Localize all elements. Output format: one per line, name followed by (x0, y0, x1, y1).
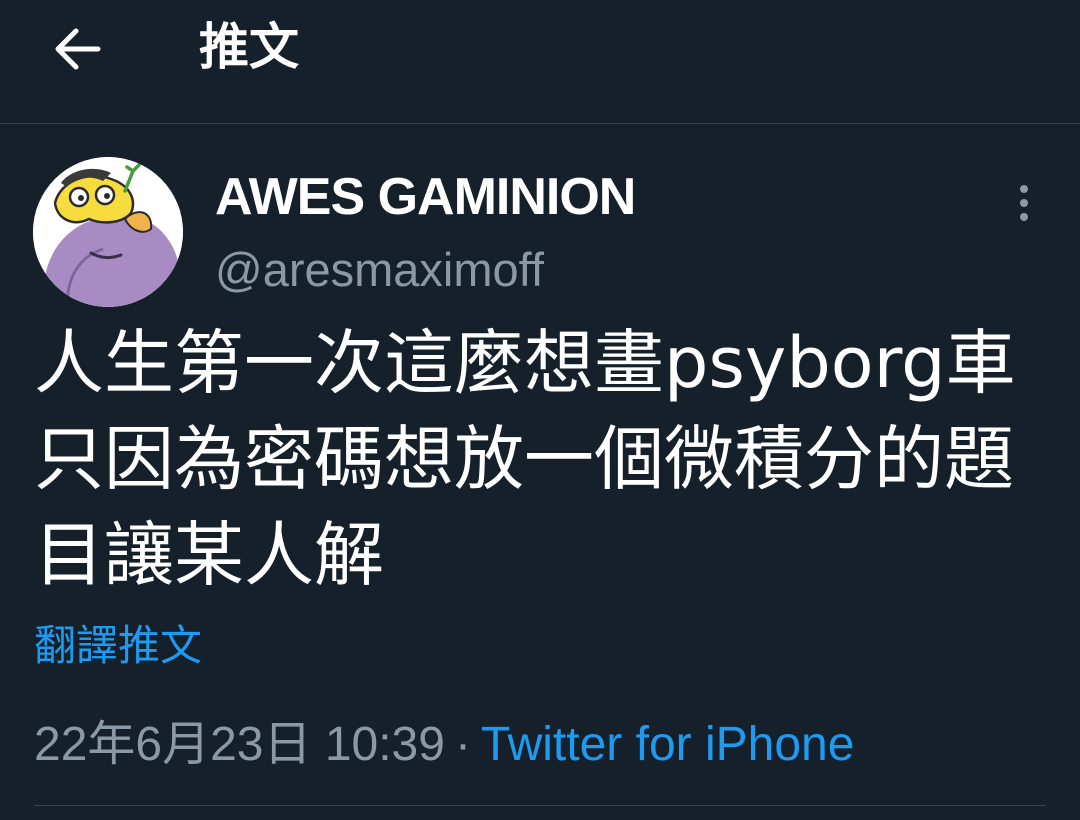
more-options-button[interactable] (1000, 178, 1048, 228)
avatar[interactable] (33, 157, 183, 307)
tweet-timestamp[interactable]: 22年6月23日 10:39 (34, 718, 445, 771)
arrow-left-icon (55, 28, 101, 70)
tweet-source-link[interactable]: Twitter for iPhone (481, 718, 855, 771)
top-app-bar: 推文 (0, 0, 1080, 124)
metadata-separator: · (454, 718, 471, 771)
page-title: 推文 (199, 18, 299, 76)
cartoon-avatar-image (33, 157, 183, 307)
vertical-ellipsis-icon (1020, 185, 1028, 221)
back-button[interactable] (44, 22, 110, 76)
translate-tweet-link[interactable]: 翻譯推文 (34, 616, 202, 676)
author-handle[interactable]: @aresmaximoff (215, 237, 544, 303)
tweet-metadata: 22年6月23日 10:39 · Twitter for iPhone (34, 712, 854, 778)
tweet-text: 人生第一次這麼想畫psyborg車只因為密碼想放一個微積分的題目讓某人解 (34, 322, 1016, 596)
author-display-name[interactable]: AWES GAMINION (215, 164, 636, 230)
divider (34, 805, 1046, 806)
